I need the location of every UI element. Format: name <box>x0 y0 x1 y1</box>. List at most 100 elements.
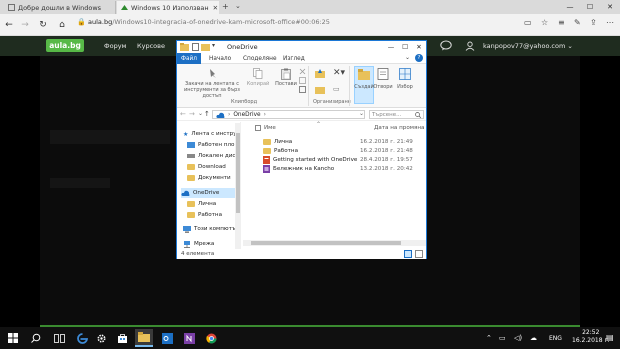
nav-this-pc[interactable]: Този компютър <box>183 224 239 234</box>
taskbar-explorer-icon[interactable] <box>135 329 153 347</box>
home-icon[interactable]: ⌂ <box>55 18 69 32</box>
minimize-icon[interactable]: — <box>560 0 580 14</box>
nav-work[interactable]: Работна <box>187 210 222 220</box>
horizontal-scrollbar-thumb[interactable] <box>251 241 401 245</box>
maximize-icon[interactable]: ☐ <box>580 0 600 14</box>
folder-icon <box>187 212 195 218</box>
new-tab-icon[interactable]: + <box>222 2 229 11</box>
taskbar-store-icon[interactable] <box>113 329 131 347</box>
folder-icon <box>187 201 195 207</box>
network-tray-icon[interactable]: ▭ <box>499 334 506 342</box>
site-logo[interactable]: aula.bg <box>46 39 84 52</box>
nav-quick-access[interactable]: ★ Лента с инстру <box>183 129 237 139</box>
pin-quick-access-button[interactable]: Закачи на лентата с инструменти за бърз … <box>181 81 243 99</box>
large-icons-view-icon[interactable] <box>415 250 423 258</box>
open-button[interactable]: Отвори <box>373 84 393 90</box>
column-date[interactable]: Дата на промяна <box>374 125 424 131</box>
nav-download[interactable]: Download <box>187 162 226 172</box>
nav-scrollbar-thumb[interactable] <box>236 133 240 213</box>
close-tab-icon[interactable]: ✕ <box>209 4 218 12</box>
system-clock[interactable]: 22:52 16.2.2018 г. <box>572 329 610 345</box>
delete-icon[interactable]: ✕▾ <box>333 68 345 78</box>
nav-documents[interactable]: Документи <box>187 173 231 183</box>
explorer-minimize-icon[interactable]: — <box>384 41 398 53</box>
tabs-chevron-icon[interactable]: ⌄ <box>235 2 241 10</box>
more-icon[interactable]: ⋯ <box>606 18 614 27</box>
paste-button[interactable]: Постави <box>273 81 299 87</box>
qat-newfolder-icon[interactable] <box>201 43 210 51</box>
close-icon[interactable]: ✕ <box>600 0 620 14</box>
explorer-search-input[interactable]: Търсене... <box>369 110 424 119</box>
folder-icon <box>263 147 271 154</box>
taskbar-outlook-icon[interactable] <box>158 329 176 347</box>
user-avatar-icon[interactable] <box>465 41 475 51</box>
explorer-forward-icon[interactable]: → <box>189 110 195 118</box>
task-view-icon[interactable] <box>50 329 68 347</box>
qat-dropdown-icon[interactable]: ▾ <box>212 42 215 49</box>
copy-path-icon[interactable] <box>299 77 306 84</box>
onedrive-tray-icon[interactable]: ☁ <box>530 334 537 342</box>
user-email[interactable]: kanpopov77@yahoo.com ⌄ <box>483 42 573 50</box>
back-icon[interactable]: ← <box>2 18 16 32</box>
move-to-icon[interactable] <box>315 68 325 79</box>
explorer-maximize-icon[interactable]: ☐ <box>398 41 412 53</box>
copy-to-icon[interactable] <box>315 85 325 94</box>
nav-courses[interactable]: Курсове <box>137 42 165 50</box>
copy-button[interactable]: Копирай <box>245 81 271 87</box>
chat-icon[interactable] <box>440 40 452 51</box>
recent-locations-icon[interactable]: ⌄ <box>198 110 203 117</box>
tab-welcome[interactable]: Добре дошли в Windows <box>4 1 116 14</box>
tab-windows10[interactable]: Windows 10 Използван ✕ <box>117 1 219 14</box>
select-all-checkbox[interactable] <box>255 125 261 131</box>
taskbar-edge-icon[interactable] <box>73 329 91 347</box>
favorite-star-icon[interactable]: ☆ <box>541 18 548 27</box>
column-name[interactable]: Име <box>264 125 276 131</box>
address-dropdown-icon[interactable]: ⌄ <box>359 110 364 117</box>
help-icon[interactable]: ? <box>415 54 423 62</box>
address-field[interactable]: aula.bg/Windows10-integracia-of-onedrive… <box>88 18 330 26</box>
tab-view[interactable]: Изглед <box>279 53 309 64</box>
refresh-icon[interactable]: ↻ <box>36 18 50 32</box>
qat-properties-icon[interactable] <box>192 43 199 51</box>
desktop-icon <box>187 142 195 148</box>
explorer-close-icon[interactable]: ✕ <box>412 41 426 53</box>
file-row[interactable]: Getting started with OneDrive 28.4.2018 … <box>263 155 423 164</box>
notes-icon[interactable]: ✎ <box>574 18 581 27</box>
explorer-address-bar[interactable]: › OneDrive › <box>212 110 365 119</box>
nav-forum[interactable]: Форум <box>104 42 126 50</box>
details-view-icon[interactable] <box>404 250 412 258</box>
rename-icon[interactable]: ▭ <box>333 85 340 93</box>
tab-home[interactable]: Начало <box>205 53 235 64</box>
reading-view-icon[interactable]: ▭ <box>524 18 532 27</box>
tab-share[interactable]: Споделяне <box>239 53 281 64</box>
tab-file[interactable]: Файл <box>177 53 201 64</box>
cut-icon[interactable] <box>299 68 306 75</box>
up-icon[interactable]: ↑ <box>204 110 210 118</box>
volume-icon[interactable]: ◁) <box>514 334 522 342</box>
nav-desktop[interactable]: Работен пло <box>187 140 234 150</box>
share-icon[interactable]: ⇪ <box>590 18 597 27</box>
paste-icon <box>281 68 291 80</box>
file-row[interactable]: Работна 16.2.2018 г. 21:48 <box>263 146 423 155</box>
taskbar-settings-icon[interactable] <box>92 329 110 347</box>
nav-onedrive[interactable]: OneDrive <box>181 188 239 198</box>
taskbar-search-icon[interactable] <box>27 329 45 347</box>
nav-personal[interactable]: Лична <box>187 199 216 209</box>
ribbon-expand-icon[interactable]: ⌄ <box>405 54 410 61</box>
start-windows-icon[interactable] <box>4 329 22 347</box>
select-button[interactable]: Избор <box>395 84 415 90</box>
taskbar-onenote-icon[interactable] <box>180 329 198 347</box>
paste-shortcut-icon[interactable] <box>299 86 306 93</box>
hub-icon[interactable]: ≡ <box>558 18 565 27</box>
explorer-back-icon[interactable]: ← <box>180 110 186 118</box>
file-row[interactable]: Бележник на Kancho 13.2.2018 г. 20:42 <box>263 164 423 173</box>
action-center-icon[interactable]: ▤ <box>606 333 614 342</box>
tray-expand-icon[interactable]: ⌃ <box>486 334 492 342</box>
aula-favicon-icon <box>121 4 128 11</box>
nav-local-disk[interactable]: Локален дис <box>187 151 235 161</box>
language-indicator[interactable]: ENG <box>549 335 562 342</box>
file-row[interactable]: Лична 16.2.2018 г. 21:49 <box>263 137 423 146</box>
taskbar-chrome-icon[interactable] <box>202 329 220 347</box>
nav-network[interactable]: Мрежа <box>183 239 214 249</box>
forward-icon[interactable]: → <box>18 18 32 32</box>
